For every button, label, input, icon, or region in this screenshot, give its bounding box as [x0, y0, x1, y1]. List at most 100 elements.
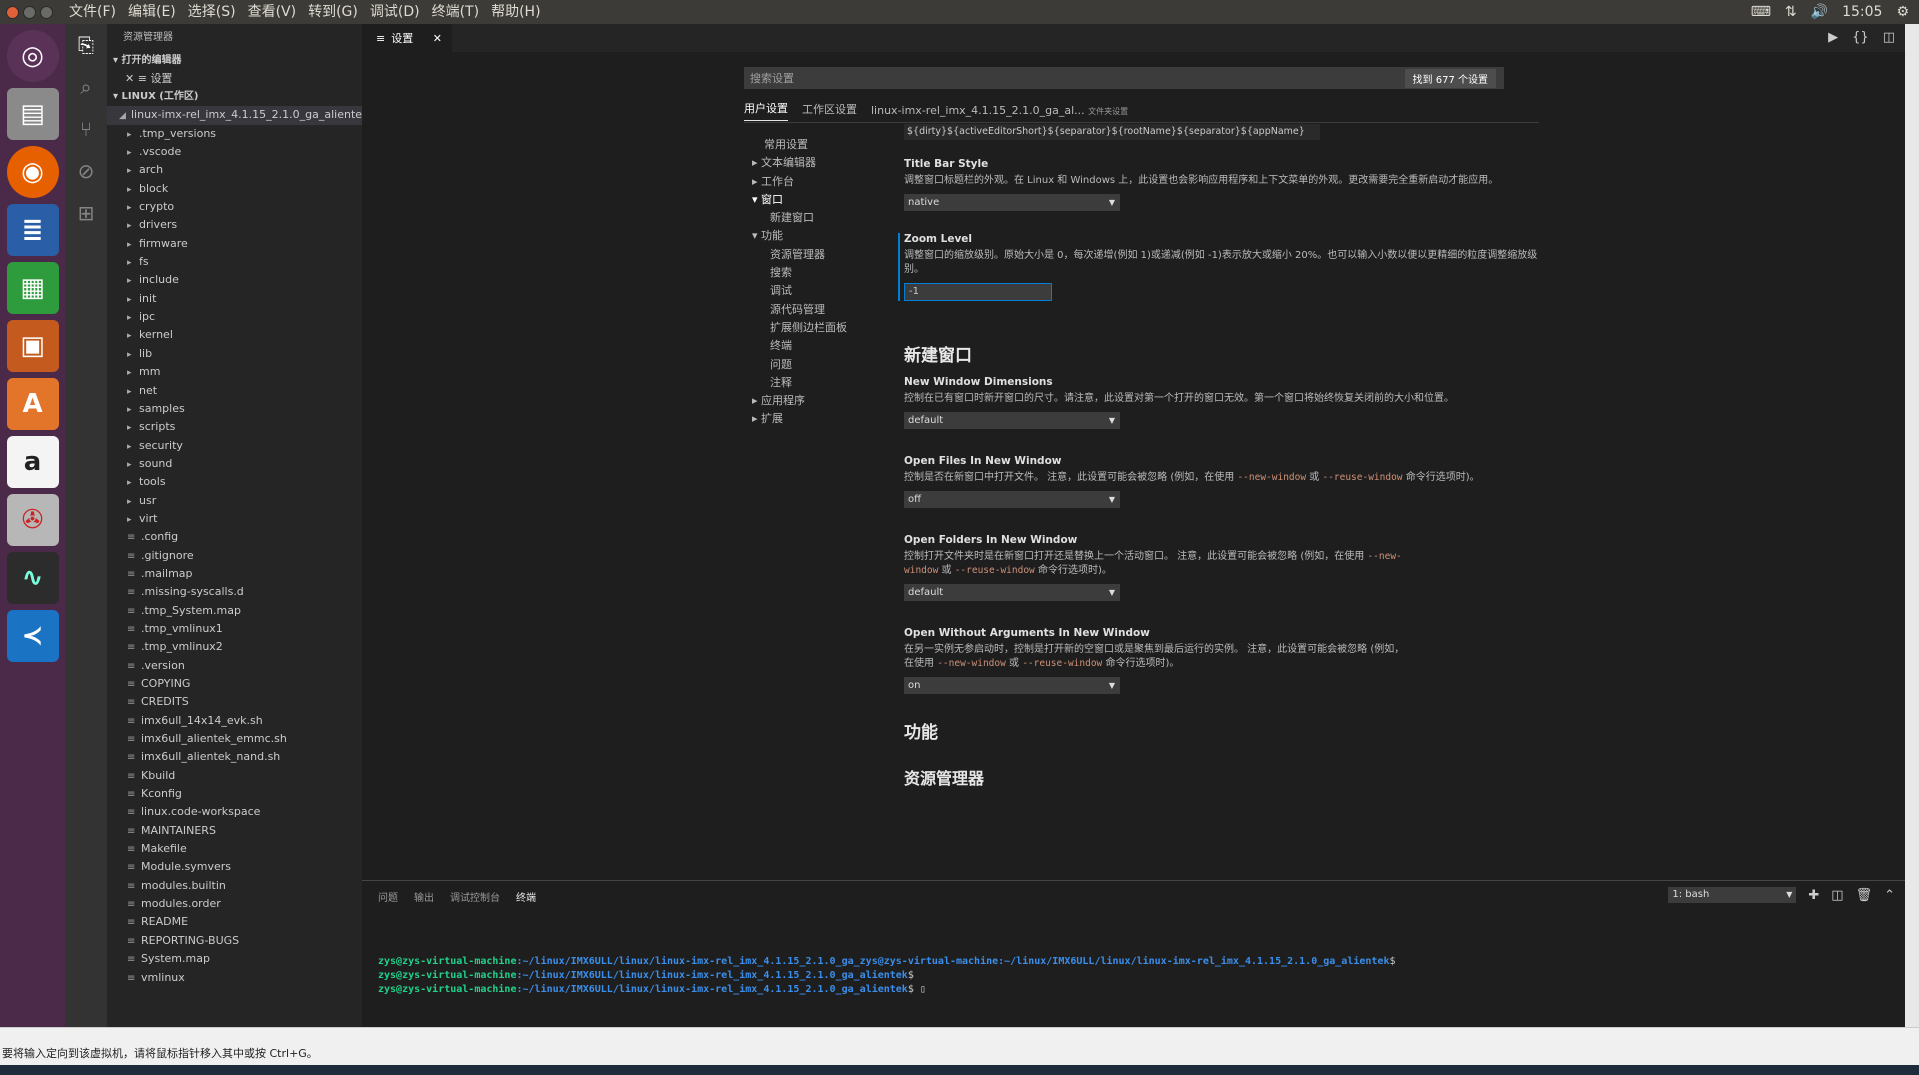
keyboard-icon[interactable]: ⌨ [1751, 4, 1771, 20]
tab-user-settings[interactable]: 用户设置 [744, 100, 788, 121]
debug-icon[interactable]: ⊘ [65, 150, 107, 192]
volume-icon[interactable]: 🔊 [1811, 4, 1828, 20]
open-folders-in-new-window-select[interactable]: default ▼ [904, 584, 1120, 601]
source-control-icon[interactable]: ⑂ [65, 108, 107, 150]
folder-item[interactable]: ▸ net [107, 382, 362, 400]
file-item[interactable]: ≡ COPYING [107, 675, 362, 693]
menu-file[interactable]: 文件(F) [63, 0, 122, 24]
firefox-icon[interactable]: ◉ [6, 146, 59, 198]
menu-debug[interactable]: 调试(D) [364, 0, 426, 24]
title-bar-style-select[interactable]: native ▼ [904, 194, 1120, 211]
network-icon[interactable]: ⇅ [1785, 4, 1797, 20]
chevron-up-icon[interactable]: ⌃ [1884, 888, 1895, 903]
file-item[interactable]: ≡ .missing-syscalls.d [107, 583, 362, 601]
new-terminal-icon[interactable]: ✚ [1808, 888, 1819, 903]
menu-go[interactable]: 转到(G) [302, 0, 364, 24]
toc-extensions-viewlet[interactable]: 扩展侧边栏面板 [752, 319, 847, 337]
file-item[interactable]: ≡ modules.order [107, 895, 362, 913]
toc-scm[interactable]: 源代码管理 [752, 301, 847, 319]
impress-icon[interactable]: ▣ [6, 320, 59, 372]
folder-item[interactable]: ▸ scripts [107, 418, 362, 436]
toc-application[interactable]: ▸ 应用程序 [752, 392, 847, 410]
folder-item[interactable]: ▸ drivers [107, 216, 362, 234]
menu-view[interactable]: 查看(V) [242, 0, 303, 24]
toc-features[interactable]: ▾ 功能 [752, 227, 847, 245]
file-item[interactable]: ≡ linux.code-workspace [107, 803, 362, 821]
file-item[interactable]: ≡ Kconfig [107, 785, 362, 803]
settings-icon[interactable]: ⚙ [1896, 4, 1909, 20]
toc-comments[interactable]: 注释 [752, 374, 847, 392]
writer-icon[interactable]: ≣ [6, 204, 59, 256]
minimize-window-button[interactable] [23, 5, 36, 19]
menu-terminal[interactable]: 终端(T) [426, 0, 485, 24]
folder-item[interactable]: ▸ lib [107, 345, 362, 363]
tab-debug-console[interactable]: 调试控制台 [450, 889, 500, 904]
folder-item[interactable]: ▸ tools [107, 473, 362, 491]
file-item[interactable]: ≡ Module.symvers [107, 858, 362, 876]
close-icon[interactable]: ✕ [125, 72, 138, 85]
file-item[interactable]: ≡ imx6ull_alientek_nand.sh [107, 748, 362, 766]
root-folder[interactable]: ◢ linux-imx-rel_imx_4.1.15_2.1.0_ga_alien… [107, 106, 362, 125]
tab-folder-settings[interactable]: linux-imx-rel_imx_4.1.15_2.1.0_ga_al... … [871, 104, 1128, 121]
folder-item[interactable]: ▸ fs [107, 253, 362, 271]
toc-new-window[interactable]: 新建窗口 [752, 209, 847, 227]
clock[interactable]: 15:05 [1842, 4, 1882, 20]
split-editor-icon[interactable]: ◫ [1883, 30, 1895, 45]
run-icon[interactable]: ▶ [1828, 30, 1838, 45]
close-icon[interactable]: ✕ [433, 32, 442, 45]
open-editors-header[interactable]: ▾ 打开的编辑器 [107, 52, 362, 70]
file-item[interactable]: ≡ .tmp_System.map [107, 602, 362, 620]
folder-item[interactable]: ▸ crypto [107, 198, 362, 216]
terminal-output[interactable]: zys@zys-virtual-machine:~/linux/IMX6ULL/… [378, 941, 1396, 1025]
tab-workspace-settings[interactable]: 工作区设置 [802, 101, 857, 121]
file-item[interactable]: ≡ vmlinux [107, 969, 362, 987]
file-item[interactable]: ≡ Kbuild [107, 767, 362, 785]
file-item[interactable]: ≡ README [107, 913, 362, 931]
toc-extensions[interactable]: ▸ 扩展 [752, 410, 847, 428]
open-without-arguments-select[interactable]: on ▼ [904, 677, 1120, 694]
folder-item[interactable]: ▸ .vscode [107, 143, 362, 161]
horizontal-scrollbar[interactable] [0, 1027, 1919, 1043]
window-title-input[interactable]: ${dirty}${activeEditorShort}${separator}… [904, 124, 1320, 140]
file-item[interactable]: ≡ Makefile [107, 840, 362, 858]
tab-output[interactable]: 输出 [414, 889, 434, 904]
toc-search[interactable]: 搜索 [752, 264, 847, 282]
split-terminal-icon[interactable]: ◫ [1831, 888, 1843, 903]
toc-debug[interactable]: 调试 [752, 282, 847, 300]
folder-item[interactable]: ▸ security [107, 437, 362, 455]
terminal-select[interactable]: 1: bash ▼ [1668, 887, 1797, 903]
toc-window[interactable]: ▾ 窗口 [752, 191, 847, 209]
toc-workbench[interactable]: ▸ 工作台 [752, 173, 847, 191]
file-item[interactable]: ≡ System.map [107, 950, 362, 968]
folder-item[interactable]: ▸ firmware [107, 235, 362, 253]
open-json-icon[interactable]: {} [1852, 30, 1869, 45]
toc-common[interactable]: 常用设置 [752, 136, 847, 154]
file-item[interactable]: ≡ imx6ull_alientek_emmc.sh [107, 730, 362, 748]
file-item[interactable]: ≡ modules.builtin [107, 877, 362, 895]
folder-item[interactable]: ▸ block [107, 180, 362, 198]
workspace-header[interactable]: ▾ LINUX (工作区) [107, 88, 362, 106]
system-settings-icon[interactable]: ✇ [6, 494, 59, 546]
dash-icon[interactable]: ◎ [6, 30, 59, 82]
toc-text-editor[interactable]: ▸ 文本编辑器 [752, 154, 847, 172]
extensions-icon[interactable]: ⊞ [65, 192, 107, 234]
zoom-level-input[interactable]: -1 [904, 283, 1052, 301]
close-window-button[interactable] [6, 5, 19, 19]
file-item[interactable]: ≡ .config [107, 528, 362, 546]
settings-search-input[interactable]: 搜索设置 找到 677 个设置 [744, 67, 1504, 89]
menu-selection[interactable]: 选择(S) [182, 0, 242, 24]
open-editor-item[interactable]: ✕ ≡ 设置 [107, 70, 362, 88]
software-center-icon[interactable]: A [6, 378, 59, 430]
menu-help[interactable]: 帮助(H) [485, 0, 546, 24]
amazon-icon[interactable]: a [6, 436, 59, 488]
trash-icon[interactable]: 🗑 [1856, 888, 1873, 903]
tab-problems[interactable]: 问题 [378, 889, 398, 904]
files-icon[interactable]: ▤ [6, 88, 59, 140]
calc-icon[interactable]: ▦ [6, 262, 59, 314]
file-item[interactable]: ≡ .gitignore [107, 547, 362, 565]
toc-terminal[interactable]: 终端 [752, 337, 847, 355]
folder-item[interactable]: ▸ ipc [107, 308, 362, 326]
file-item[interactable]: ≡ imx6ull_14x14_evk.sh [107, 712, 362, 730]
folder-item[interactable]: ▸ usr [107, 492, 362, 510]
tab-settings[interactable]: ≡ 设置 ✕ [362, 24, 452, 52]
